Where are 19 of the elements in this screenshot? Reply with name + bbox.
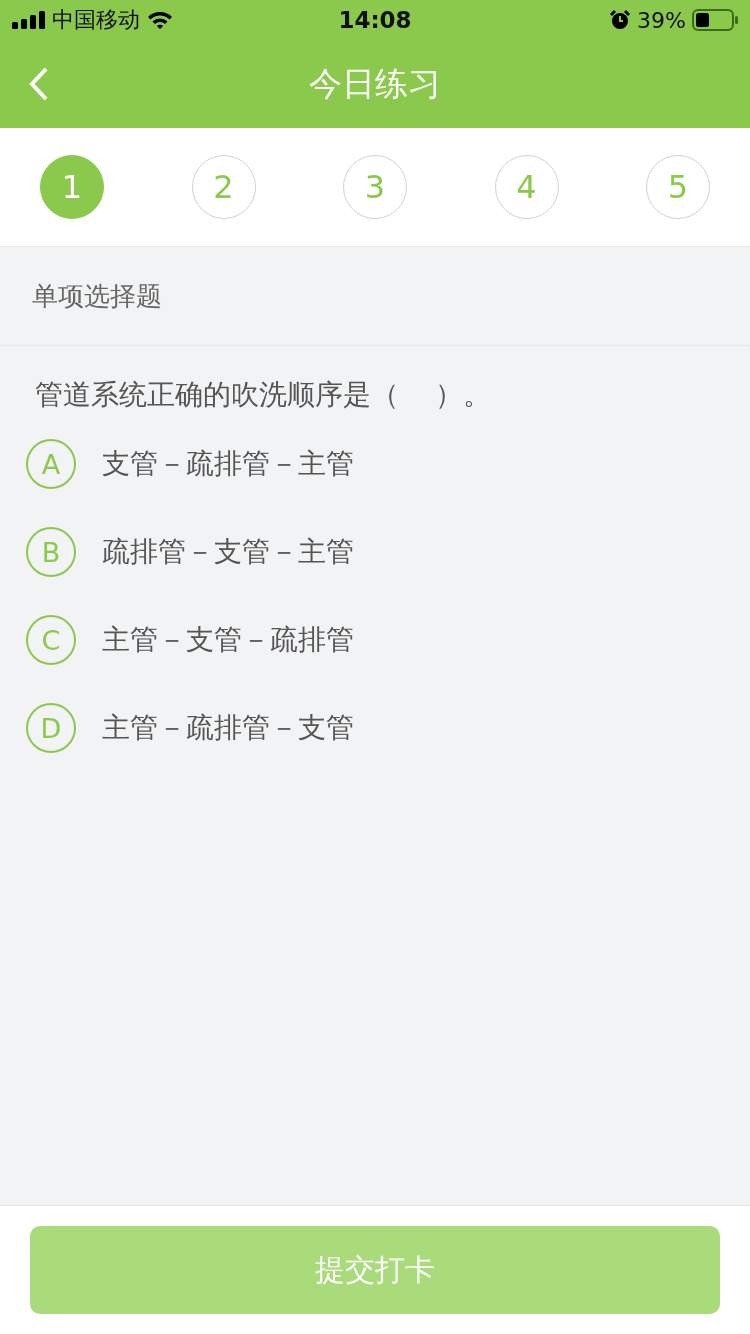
question-number-tab[interactable]: 4	[494, 155, 559, 219]
option-radio[interactable]: A	[26, 439, 76, 489]
option-text[interactable]: 疏排管－支管－主管	[102, 533, 354, 571]
question-number-tab[interactable]: 1	[40, 155, 104, 219]
question-number-tab[interactable]: 5	[646, 155, 710, 219]
question-text: 管道系统正确的吹洗顺序是（ ）。	[35, 378, 491, 411]
option-text[interactable]: 主管－疏排管－支管	[102, 709, 354, 747]
question-type-label: 单项选择题	[32, 279, 162, 313]
option-radio[interactable]: D	[26, 703, 76, 753]
option-radio[interactable]: C	[26, 615, 76, 665]
page-title: 今日练习	[309, 62, 441, 105]
question-number-tab[interactable]: 2	[191, 155, 256, 219]
battery-percent: 39%	[637, 7, 686, 33]
option-radio[interactable]: B	[26, 527, 76, 577]
option-text[interactable]: 支管－疏排管－主管	[102, 445, 354, 483]
clock-time: 14:08	[338, 7, 412, 33]
option-text[interactable]: 主管－支管－疏排管	[102, 621, 354, 659]
carrier-name: 中国移动	[52, 6, 140, 34]
question-number-tab[interactable]: 3	[343, 155, 407, 219]
